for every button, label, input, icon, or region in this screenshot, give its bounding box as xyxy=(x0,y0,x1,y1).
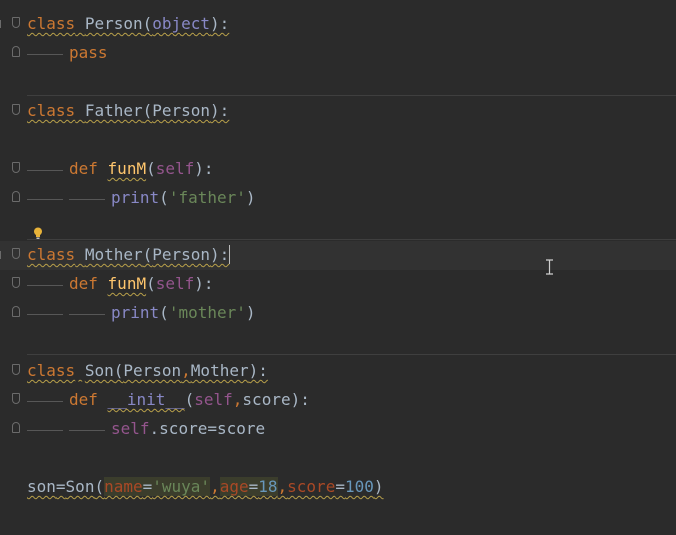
fold-marker-icon[interactable] xyxy=(12,393,20,404)
code-line[interactable]: class Person(object): xyxy=(0,10,676,39)
keyword-def: def xyxy=(69,159,98,178)
indent-guide xyxy=(27,314,63,315)
code-line[interactable]: class Son(Person,Mother): xyxy=(0,357,676,386)
indent-guide xyxy=(27,54,63,55)
base-class: object xyxy=(152,14,211,33)
fold-marker-icon[interactable] xyxy=(12,422,20,433)
number-literal: 18 xyxy=(258,477,278,496)
method-separator xyxy=(27,239,676,240)
method-separator xyxy=(27,95,676,96)
fold-tick xyxy=(0,20,3,28)
builtin-print: print xyxy=(111,303,160,322)
code-line[interactable]: son=Son(name='wuya',age=18,score=100) xyxy=(0,473,676,502)
self-param: self xyxy=(111,419,150,438)
fold-marker-icon[interactable] xyxy=(12,46,20,57)
fold-marker-icon[interactable] xyxy=(12,104,20,115)
variable-name: son xyxy=(27,477,56,496)
indent-guide xyxy=(27,170,63,171)
method-name: funM xyxy=(107,159,147,178)
keyword-arg: name xyxy=(104,477,143,496)
fold-marker-icon[interactable] xyxy=(12,306,20,317)
variable-name: score xyxy=(216,419,266,438)
class-name: Son xyxy=(84,361,114,380)
class-name: Father xyxy=(84,101,143,120)
fold-marker-icon[interactable] xyxy=(12,17,20,28)
number-literal: 100 xyxy=(344,477,374,496)
method-name: funM xyxy=(107,274,147,293)
keyword-def: def xyxy=(69,390,98,409)
keyword-class: class xyxy=(27,14,76,33)
keyword-arg: score xyxy=(287,477,336,496)
indent-guide xyxy=(27,199,63,200)
keyword-class: class xyxy=(27,245,76,264)
code-line[interactable]: class Father(Person): xyxy=(0,97,676,126)
indent-guide xyxy=(69,199,105,200)
code-line-current[interactable]: class Mother(Person): xyxy=(0,241,676,270)
fold-tick xyxy=(0,251,3,259)
code-editor[interactable]: class Person(object): pass class Father(… xyxy=(0,0,676,535)
keyword-class: class xyxy=(27,361,76,380)
indent-guide xyxy=(27,430,63,431)
attribute-name: score xyxy=(159,419,208,438)
code-line[interactable]: pass xyxy=(0,39,676,68)
code-line[interactable]: print('mother') xyxy=(0,299,676,328)
indent-guide xyxy=(69,314,105,315)
code-line[interactable]: def funM(self): xyxy=(0,155,676,184)
class-name: Person xyxy=(84,14,143,33)
builtin-print: print xyxy=(111,188,160,207)
fold-marker-icon[interactable] xyxy=(12,248,20,259)
keyword-class: class xyxy=(27,101,76,120)
method-separator xyxy=(27,354,676,355)
string-literal: 'mother' xyxy=(168,303,246,322)
text-cursor-icon xyxy=(546,259,553,275)
indent-guide xyxy=(27,401,63,402)
self-param: self xyxy=(155,274,195,293)
code-line[interactable]: def __init__(self,score): xyxy=(0,386,676,415)
method-name: __init__ xyxy=(107,390,185,409)
code-line[interactable]: print('father') xyxy=(0,184,676,213)
fold-marker-icon[interactable] xyxy=(12,162,20,173)
class-call: Son xyxy=(65,477,95,496)
base-class: Person xyxy=(152,245,211,264)
lightbulb-icon[interactable] xyxy=(33,227,43,240)
base-class: Person xyxy=(152,101,211,120)
code-line[interactable]: self.score=score xyxy=(0,415,676,444)
param-name: score xyxy=(242,390,291,409)
fold-marker-icon[interactable] xyxy=(12,191,20,202)
fold-marker-icon[interactable] xyxy=(12,364,20,375)
class-name: Mother xyxy=(84,245,143,264)
base-class: Mother xyxy=(190,361,249,380)
keyword-def: def xyxy=(69,274,98,293)
base-class: Person xyxy=(123,361,182,380)
self-param: self xyxy=(194,390,233,409)
indent-guide xyxy=(69,430,105,431)
keyword-pass: pass xyxy=(69,43,108,62)
string-literal: 'wuya' xyxy=(152,477,211,496)
string-literal: 'father' xyxy=(168,188,246,207)
self-param: self xyxy=(155,159,195,178)
code-line[interactable]: def funM(self): xyxy=(0,270,676,299)
indent-guide xyxy=(27,285,63,286)
text-caret xyxy=(229,245,231,264)
fold-marker-icon[interactable] xyxy=(12,277,20,288)
keyword-arg: age xyxy=(219,477,249,496)
